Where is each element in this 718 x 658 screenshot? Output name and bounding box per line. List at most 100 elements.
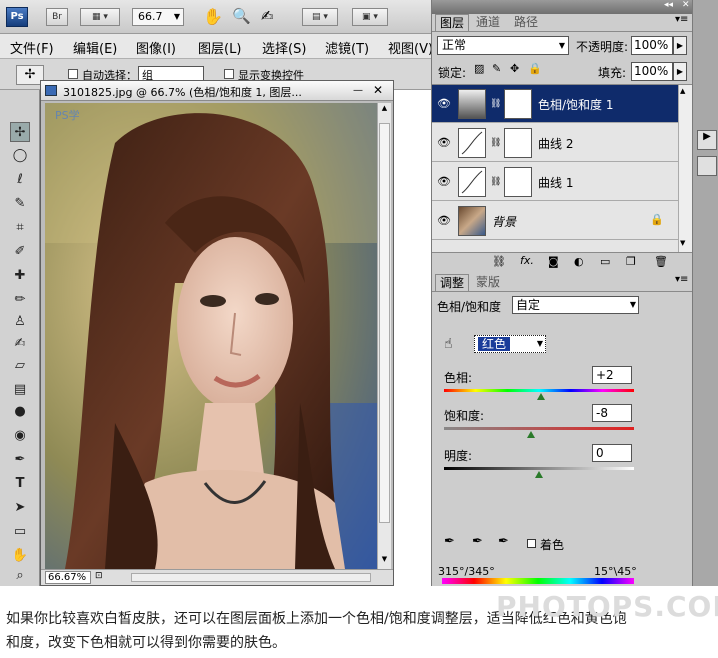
history-brush-icon[interactable]: ✍ [10,334,30,354]
scroll-thumb[interactable] [379,123,390,523]
dock-play-icon[interactable]: ▶ [697,130,717,150]
menu-image[interactable]: 图像(I) [136,38,176,57]
hand-tool-icon[interactable]: ✋ [10,546,30,566]
scroll-down-icon[interactable]: ▼ [680,239,685,247]
tab-layers[interactable]: 图层 [435,14,470,31]
hue-slider[interactable] [444,389,634,392]
chain-link-icon[interactable]: ⛓ [490,138,501,148]
eyedropper-plus-icon[interactable]: ✒ [472,534,483,549]
fill-input[interactable]: 100% [631,62,673,81]
tab-masks[interactable]: 蒙版 [472,274,504,291]
add-mask-icon[interactable]: ◙ [548,255,559,268]
zoom-icon[interactable]: 🔍 [232,7,251,25]
eye-icon[interactable]: 👁 [436,97,452,111]
menu-filter[interactable]: 滤镜(T) [325,38,369,57]
saturation-slider[interactable] [444,427,634,430]
bridge-button[interactable]: Br [46,8,68,26]
layer-row-curves-1[interactable]: 👁 ⛓ 曲线 1 [432,163,678,201]
close-icon[interactable]: ✕ [373,83,383,97]
scroll-up-icon[interactable]: ▲ [680,87,685,95]
new-group-icon[interactable]: ▭ [600,255,610,268]
collapse-icon[interactable]: ◂◂ [664,0,673,10]
opacity-input[interactable]: 100% [631,36,673,55]
menu-view[interactable]: 视图(V) [388,38,433,57]
zoom-tool-icon[interactable]: ⌕ [10,566,30,586]
hue-input[interactable]: +2 [592,366,632,384]
hand-icon[interactable]: ✋ [203,7,223,26]
color-range-bar[interactable] [442,578,634,584]
move-tool-icon[interactable]: ✢ [10,122,30,142]
delete-layer-icon[interactable]: 🗑 [654,255,668,268]
scroll-down-icon[interactable]: ▼ [379,555,390,566]
marquee-tool-icon[interactable]: ◯ [10,146,30,166]
menu-layer[interactable]: 图层(L) [198,38,241,57]
menu-file[interactable]: 文件(F) [10,38,54,57]
zoom-field[interactable]: 66.67% [45,571,91,584]
vertical-scrollbar[interactable]: ▲ ▼ [377,103,391,569]
layer-row-curves-2[interactable]: 👁 ⛓ 曲线 2 [432,124,678,162]
lightness-slider-knob[interactable] [535,471,543,478]
adjustment-layer-icon[interactable]: ◐ [574,255,584,268]
zoom-level-dropdown[interactable]: 66.7 ▼ [132,8,184,26]
lasso-tool-icon[interactable]: ℓ [10,170,30,190]
lock-pixels-icon[interactable]: ✎ [492,62,501,75]
view-extras-button[interactable]: ▦ ▾ [80,8,120,26]
type-tool-icon[interactable]: T [10,474,30,494]
minimize-icon[interactable]: — [353,85,363,96]
rotate-view-icon[interactable]: ✍ [261,7,274,25]
clone-stamp-icon[interactable]: ♙ [10,312,30,332]
layer-row-hue-saturation[interactable]: 👁 ⛓ 色相/饱和度 1 [432,85,678,123]
lightness-input[interactable]: 0 [592,444,632,462]
panel-header[interactable]: ◂◂ ✕ [432,0,692,14]
canvas-photo[interactable]: PS学 [45,103,379,569]
layers-scrollbar[interactable]: ▲ ▼ [678,85,692,253]
eyedropper-tool-icon[interactable]: ✐ [10,242,30,262]
status-menu-icon[interactable]: ⊡ [95,571,103,581]
lightness-slider[interactable] [444,467,634,470]
eraser-tool-icon[interactable]: ▱ [10,356,30,376]
eyedropper-minus-icon[interactable]: ✒ [498,534,509,549]
fill-slider-arrow-icon[interactable]: ▶ [673,62,687,81]
fx-icon[interactable]: fx. [520,254,534,267]
healing-brush-icon[interactable]: ✚ [10,266,30,286]
chain-link-icon[interactable]: ⛓ [490,99,501,109]
show-transform-checkbox[interactable] [224,69,234,79]
document-titlebar[interactable]: 3101825.jpg @ 66.7% (色相/饱和度 1, 图层... — ✕ [41,81,393,101]
lock-position-icon[interactable]: ✥ [510,62,519,75]
ps-logo[interactable]: Ps [6,7,28,27]
panel-close-icon[interactable]: ✕ [682,0,690,10]
opacity-slider-arrow-icon[interactable]: ▶ [673,36,687,55]
arrange-documents-button[interactable]: ▤ ▾ [302,8,338,26]
chain-link-icon[interactable]: ⛓ [490,177,501,187]
pen-tool-icon[interactable]: ✒ [10,450,30,470]
shape-tool-icon[interactable]: ▭ [10,522,30,542]
panel-menu-icon[interactable]: ▾≡ [675,14,688,25]
saturation-slider-knob[interactable] [527,431,536,438]
channel-dropdown[interactable]: 红色 ▼ [474,335,546,353]
colorize-checkbox[interactable] [527,539,536,548]
dock-panel-icon[interactable] [697,156,717,176]
menu-edit[interactable]: 编辑(E) [73,38,117,57]
panel-menu-icon[interactable]: ▾≡ [675,274,688,285]
hue-slider-knob[interactable] [536,393,545,400]
eye-icon[interactable]: 👁 [436,214,452,228]
tab-paths[interactable]: 路径 [510,14,542,31]
horizontal-scrollbar[interactable] [131,573,371,582]
new-layer-icon[interactable]: ❐ [626,255,636,268]
targeted-adjust-hand-icon[interactable]: ☝ [444,336,453,352]
crop-tool-icon[interactable]: ⌗ [10,218,30,238]
brush-tool-icon[interactable]: ✏ [10,290,30,310]
dodge-tool-icon[interactable]: ◉ [10,426,30,446]
auto-select-checkbox[interactable] [68,69,78,79]
menu-select[interactable]: 选择(S) [262,38,306,57]
preset-dropdown[interactable]: 自定 ▼ [512,296,639,314]
tab-channels[interactable]: 通道 [472,14,504,31]
eyedropper-icon[interactable]: ✒ [444,534,455,549]
link-layers-icon[interactable]: ⛓ [492,255,506,268]
blend-mode-dropdown[interactable]: 正常 ▼ [437,36,569,55]
layer-row-background[interactable]: 👁 背景 🔒 [432,202,678,240]
quick-select-icon[interactable]: ✎ [10,194,30,214]
lock-transparent-icon[interactable]: ▨ [474,62,484,75]
eye-icon[interactable]: 👁 [436,175,452,189]
scroll-up-icon[interactable]: ▲ [379,104,390,115]
